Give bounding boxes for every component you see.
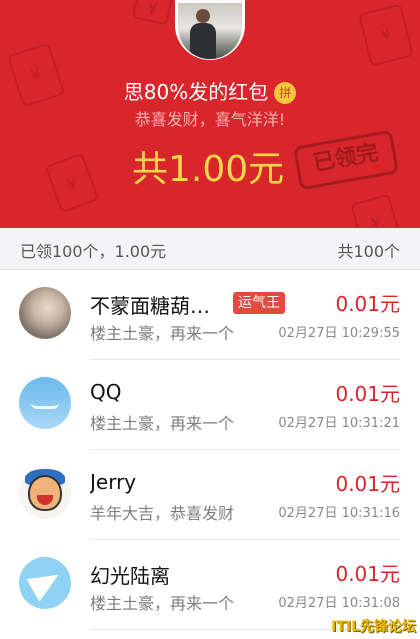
red-envelope-pattern-icon	[44, 152, 100, 214]
claim-summary-bar: 已领100个，1.00元 共100个	[0, 228, 420, 270]
list-item[interactable]: Jerry 0.01元 羊年大吉，恭喜发财 02月27日 10:31:16	[0, 450, 420, 540]
claim-time: 02月27日 10:31:16	[278, 506, 400, 521]
claim-message: 楼主土豪，再来一个	[90, 594, 235, 613]
list-item[interactable]: 不蒙面糖葫… 运气王 0.01元 楼主土豪，再来一个 02月27日 10:29:…	[0, 270, 420, 360]
pin-badge-icon: 拼	[274, 82, 297, 104]
packet-title-row: 思80%发的红包拼	[0, 76, 420, 105]
paper-plane-icon	[26, 564, 66, 602]
total-count: 共100个	[337, 242, 400, 261]
claim-time: 02月27日 10:31:08	[278, 596, 400, 611]
packet-title: 思80%发的红包	[123, 80, 269, 104]
claimed-summary: 已领100个，1.00元	[20, 242, 167, 261]
user-avatar[interactable]	[19, 287, 71, 339]
sender-avatar[interactable]	[175, 0, 245, 60]
cartoon-face-icon	[28, 475, 62, 511]
forum-watermark: ITIL先锋论坛	[331, 619, 416, 635]
user-name: 不蒙面糖葫…	[90, 294, 210, 318]
claim-message: 楼主土豪，再来一个	[90, 414, 235, 433]
user-name: 幻光陆离	[90, 564, 170, 588]
claim-message: 楼主土豪，再来一个	[90, 324, 235, 343]
cloud-icon	[31, 397, 59, 409]
claimed-amount: 0.01元	[335, 292, 400, 316]
claim-records-list: 不蒙面糖葫… 运气王 0.01元 楼主土豪，再来一个 02月27日 10:29:…	[0, 270, 420, 630]
red-envelope-pattern-icon	[131, 0, 175, 26]
sender-photo	[178, 3, 242, 59]
user-avatar[interactable]	[19, 557, 71, 609]
claim-message: 羊年大吉，恭喜发财	[90, 504, 235, 523]
red-envelope-pattern-icon	[350, 193, 402, 228]
claim-time: 02月27日 10:29:55	[278, 326, 400, 341]
packet-total-amount: 共1.00元	[132, 149, 285, 190]
packet-greeting: 恭喜发财，喜气洋洋!	[134, 110, 286, 129]
user-avatar[interactable]	[19, 467, 71, 519]
user-avatar[interactable]	[19, 377, 71, 429]
list-item[interactable]: QQ 0.01元 楼主土豪，再来一个 02月27日 10:31:21	[0, 360, 420, 450]
user-name: QQ	[90, 380, 122, 404]
all-claimed-stamp: 已领完	[292, 129, 400, 191]
claimed-amount: 0.01元	[335, 382, 400, 406]
claim-time: 02月27日 10:31:21	[278, 416, 400, 431]
claimed-amount: 0.01元	[335, 562, 400, 586]
red-packet-header: 思80%发的红包拼 恭喜发财，喜气洋洋! 共1.00元 已领完	[0, 0, 420, 228]
claimed-amount: 0.01元	[335, 472, 400, 496]
user-name: Jerry	[90, 470, 137, 494]
luckiest-badge: 运气王	[233, 292, 285, 314]
red-envelope-pattern-icon	[358, 3, 414, 67]
